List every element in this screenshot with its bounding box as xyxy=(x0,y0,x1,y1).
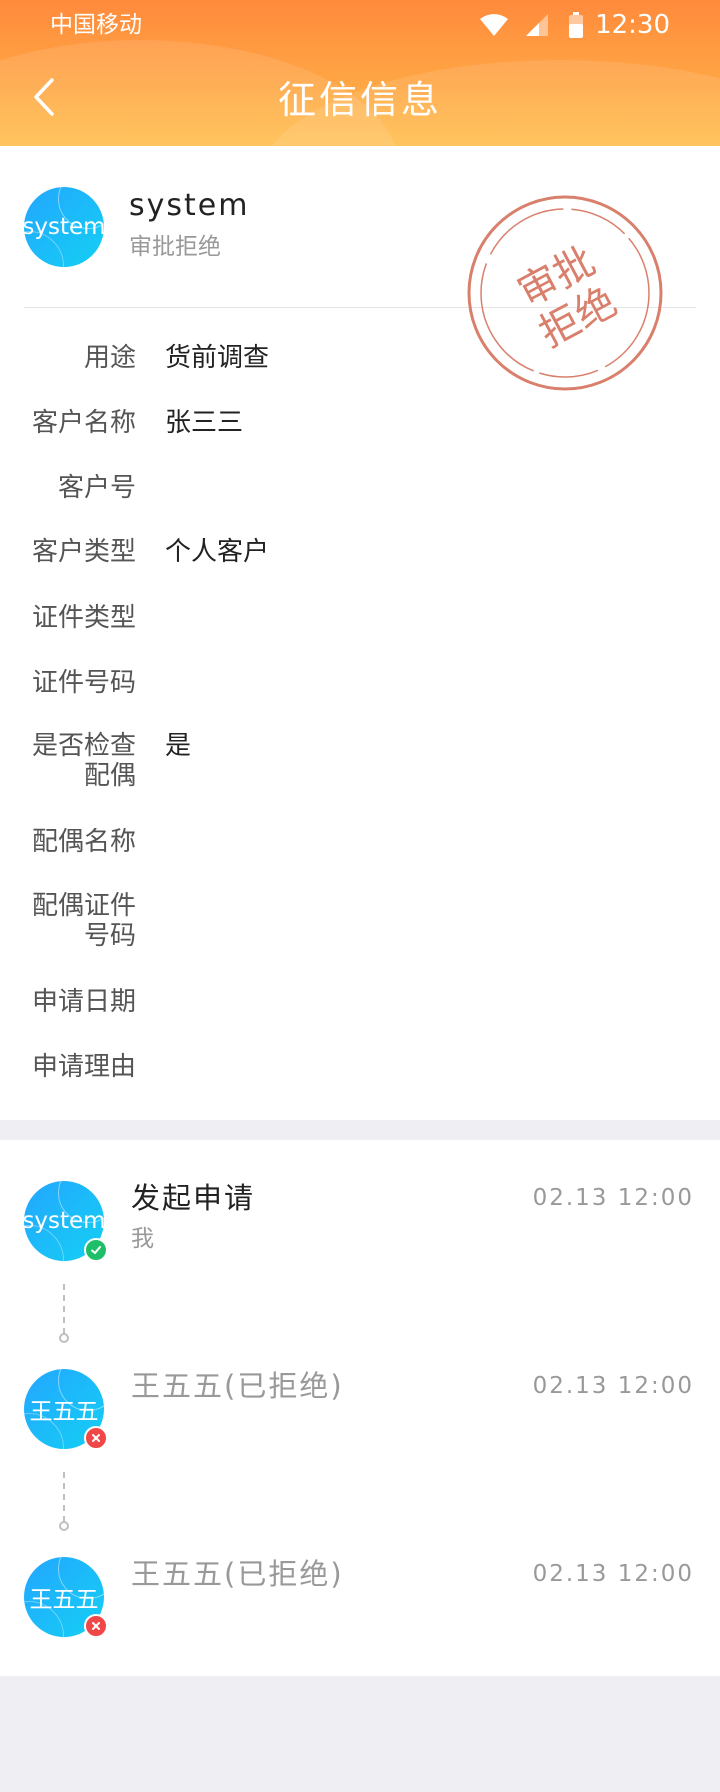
close-circle-icon xyxy=(84,1614,108,1638)
field-label-id-type: 证件类型 xyxy=(31,603,136,633)
page-title: 征信信息 xyxy=(277,78,442,122)
timeline-connector xyxy=(63,1284,65,1334)
header-bar: 中国移动 12:30 征信信息 xyxy=(0,0,720,146)
timeline-step-time: 02.13 12:00 xyxy=(532,1561,694,1587)
field-label-customer-name: 客户名称 xyxy=(31,408,136,438)
timeline-step-title: 发起申请 xyxy=(131,1181,256,1215)
signal-icon xyxy=(525,13,549,37)
timeline-step-time: 02.13 12:00 xyxy=(532,1185,694,1211)
field-label-check-spouse: 是否检查 配偶 xyxy=(24,731,136,791)
avatar-text: 王五五 xyxy=(29,1587,99,1613)
field-label-purpose: 用途 xyxy=(83,343,136,373)
avatar-text: system xyxy=(24,1208,104,1234)
field-value-customer-name: 张三三 xyxy=(165,408,244,438)
applicant-avatar: system xyxy=(24,187,104,267)
field-value-check-spouse: 是 xyxy=(165,731,192,761)
timeline-dot xyxy=(59,1521,69,1531)
field-label-apply-reason: 申请理由 xyxy=(31,1052,136,1082)
field-label-spouse-id-line1: 配偶证件 xyxy=(31,891,136,921)
field-label-check-spouse-line2: 配偶 xyxy=(83,761,136,791)
timeline-connector xyxy=(63,1472,65,1522)
check-circle-icon xyxy=(84,1238,108,1262)
battery-icon xyxy=(569,12,584,38)
close-circle-icon xyxy=(84,1426,108,1450)
applicant-name: system xyxy=(129,188,250,223)
rejected-stamp: 审批 拒绝 xyxy=(466,194,664,392)
field-value-purpose: 货前调查 xyxy=(165,343,270,373)
credit-info-page: 中国移动 12:30 征信信息 system system 审批拒绝 审批 拒绝… xyxy=(0,0,720,1792)
wifi-icon xyxy=(479,13,509,37)
timeline-dot xyxy=(59,1333,69,1343)
field-value-customer-type: 个人客户 xyxy=(165,537,270,567)
status-bar: 中国移动 12:30 xyxy=(0,0,720,50)
approval-timeline: system 发起申请 我 02.13 12:00 王五五 王五五(已拒绝) 0… xyxy=(0,1140,720,1676)
field-label-spouse-id: 配偶证件 号码 xyxy=(24,891,136,951)
field-label-apply-date: 申请日期 xyxy=(31,987,136,1017)
field-label-id-number: 证件号码 xyxy=(31,668,136,698)
timeline-step-subtitle: 我 xyxy=(131,1226,154,1252)
carrier-label: 中国移动 xyxy=(50,12,142,38)
field-label-customer-no: 客户号 xyxy=(57,473,136,503)
field-label-spouse-name: 配偶名称 xyxy=(31,827,136,857)
timeline-step-title: 王五五(已拒绝) xyxy=(131,1557,344,1591)
field-label-customer-type: 客户类型 xyxy=(31,537,136,567)
field-label-spouse-id-line2: 号码 xyxy=(83,921,136,951)
credit-detail-card: system system 审批拒绝 审批 拒绝 用途 货前调查 客户名称 张三… xyxy=(0,146,720,1120)
avatar-text: 王五五 xyxy=(29,1399,99,1425)
avatar-text: system xyxy=(24,214,104,240)
status-icons: 12:30 xyxy=(479,10,670,40)
status-time: 12:30 xyxy=(595,10,670,40)
applicant-status: 审批拒绝 xyxy=(129,234,221,260)
timeline-step-title: 王五五(已拒绝) xyxy=(131,1369,344,1403)
timeline-step-time: 02.13 12:00 xyxy=(532,1373,694,1399)
field-label-check-spouse-line1: 是否检查 xyxy=(31,731,136,761)
